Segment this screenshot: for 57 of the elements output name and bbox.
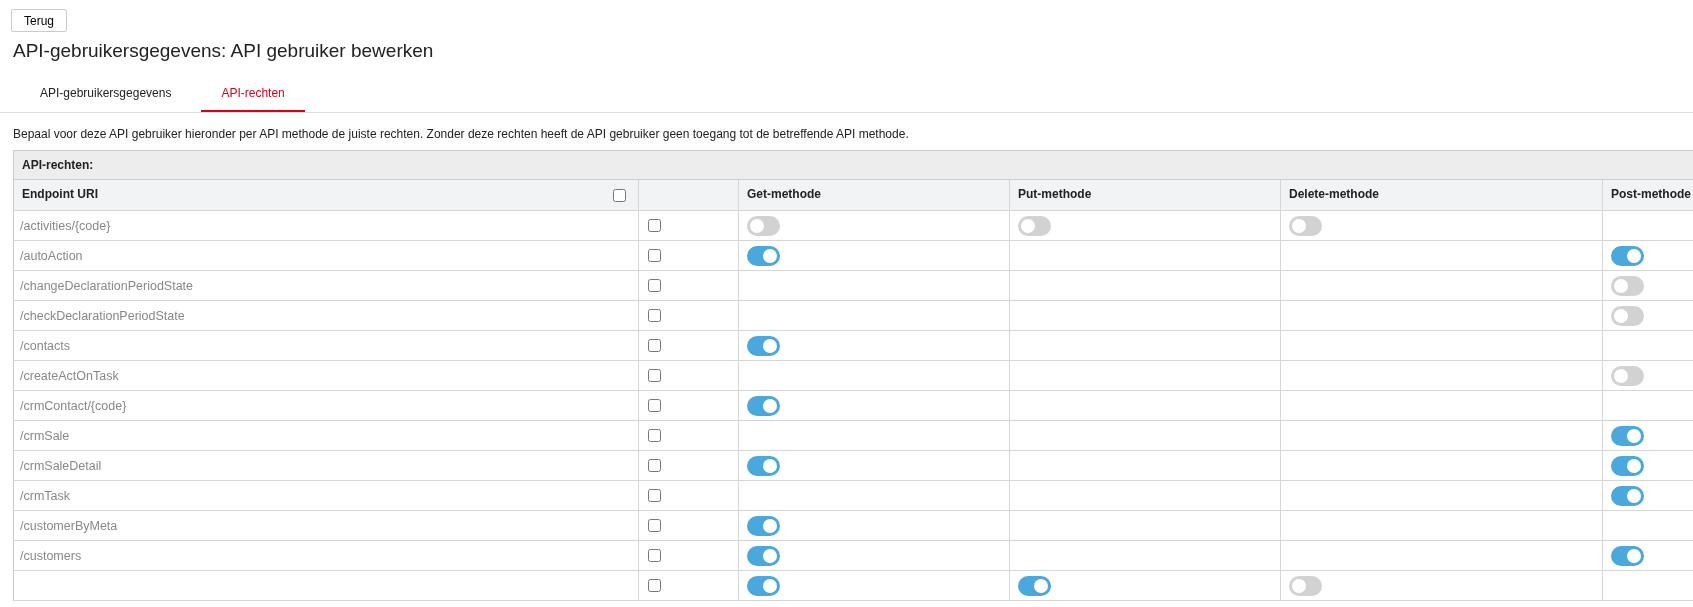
table-title: API-rechten: [14,151,1693,180]
toggle-switch[interactable] [1018,575,1051,596]
row-checkbox[interactable] [648,279,661,292]
row-checkbox[interactable] [648,489,661,502]
toggle-switch[interactable] [747,455,780,476]
endpoint-text: /changeDeclarationPeriodState [20,278,194,293]
row-checkbox[interactable] [648,399,661,412]
description-text: Bepaal voor deze API gebruiker hieronder per API methode de juiste rechten. Zonder deze rechten heeft de API gebruiker geen toegang tot de betreffende API methode. [13,127,910,141]
row-checkbox[interactable] [648,519,661,532]
endpoint-text: /autoAction [20,248,83,263]
endpoint-text: /checkDeclarationPeriodState [20,308,185,323]
endpoint-text: /activities/{code} [20,218,111,233]
endpoint-text: /contacts [20,338,71,353]
toggle-switch[interactable] [1611,275,1644,296]
toggle-switch[interactable] [1018,215,1051,236]
toggle-switch[interactable] [747,245,780,266]
toggle-switch[interactable] [1611,485,1644,506]
toggle-switch[interactable] [1611,305,1644,326]
column-header: Put-methode [1018,187,1092,201]
toggle-switch[interactable] [747,335,780,356]
endpoint-text: /customers [20,548,82,563]
endpoint-text: /customerByMeta [20,518,118,533]
endpoint-text: /createActOnTask [20,368,119,383]
row-checkbox[interactable] [648,459,661,472]
toggle-switch[interactable] [747,515,780,536]
column-header: Post-methode [1611,187,1691,201]
row-checkbox[interactable] [648,579,661,592]
row-checkbox[interactable] [648,219,661,232]
toggle-switch[interactable] [1611,545,1644,566]
toggle-switch[interactable] [1611,245,1644,266]
column-header: Endpoint URI [22,187,98,201]
tab[interactable]: API-gebruikersgegevens [20,76,192,112]
endpoint-text: /crmSaleDetail [20,458,102,473]
toggle-switch[interactable] [1611,365,1644,386]
row-checkbox[interactable] [648,549,661,562]
row-checkbox[interactable] [648,339,661,352]
toggle-switch[interactable] [747,545,780,566]
toggle-switch[interactable] [1611,425,1644,446]
toggle-switch[interactable] [1289,215,1322,236]
endpoint-text: /crmContact/{code} [20,398,127,413]
endpoint-text: /crmSale [20,428,70,443]
select-all-checkbox[interactable] [613,189,626,202]
toggle-switch[interactable] [747,575,780,596]
back-button[interactable]: Terug [11,9,68,32]
toggle-switch[interactable] [1611,455,1644,476]
column-header: Get-methode [747,187,821,201]
tab[interactable]: API-rechten [201,76,305,112]
row-checkbox[interactable] [648,429,661,442]
toggle-switch[interactable] [747,215,780,236]
row-checkbox[interactable] [648,369,661,382]
column-header: Delete-methode [1289,187,1380,201]
page-title: API-gebruikersgegevens: API gebruiker bewerken [13,40,435,62]
toggle-switch[interactable] [747,395,780,416]
toggle-switch[interactable] [1289,575,1322,596]
row-checkbox[interactable] [648,249,661,262]
row-checkbox[interactable] [648,309,661,322]
endpoint-text: /crmTask [20,488,70,503]
